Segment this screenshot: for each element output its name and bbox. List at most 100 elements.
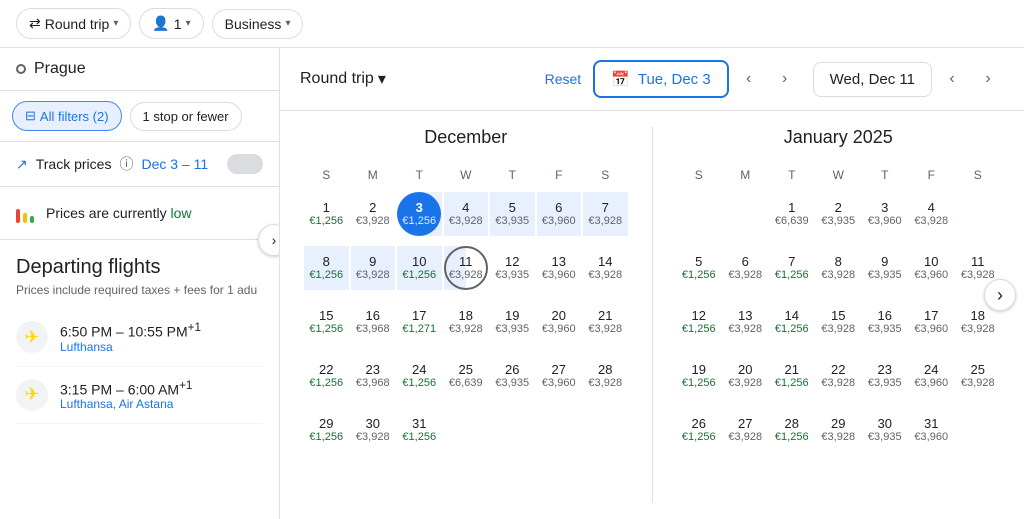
jan-21-inner[interactable]: 21€1,256	[770, 354, 814, 398]
jan-8-inner[interactable]: 8€3,928	[816, 246, 860, 290]
dec-31-inner[interactable]: 31€1,256	[397, 408, 441, 452]
jan-7-cell: 7€1,256	[770, 242, 815, 294]
jan-dow-f1: F	[909, 164, 954, 186]
returning-date-box[interactable]: Wed, Dec 11	[813, 62, 932, 97]
passengers-button[interactable]: 👤 1 ▾	[139, 8, 203, 39]
jan-9-inner[interactable]: 9€3,935	[863, 246, 907, 290]
jan-19-inner[interactable]: 19€1,256	[677, 354, 721, 398]
jan-4-inner[interactable]: 4€3,928	[909, 192, 953, 236]
jan-empty-3	[956, 188, 1001, 240]
dec-25-inner[interactable]: 25€6,639	[444, 354, 488, 398]
jan-31-inner[interactable]: 31€3,960	[909, 408, 953, 452]
stops-filter-button[interactable]: 1 stop or fewer	[130, 102, 242, 131]
jan-24-inner[interactable]: 24€3,960	[909, 354, 953, 398]
jan-25-cell: 25€3,928	[956, 350, 1001, 402]
dec-1-inner[interactable]: 1 €1,256	[304, 192, 348, 236]
dec-5-inner[interactable]: 5 €3,935	[490, 192, 534, 236]
dec-7-inner[interactable]: 7 €3,928	[583, 192, 627, 236]
jan-22-inner[interactable]: 22€3,928	[816, 354, 860, 398]
jan-24-cell: 24€3,960	[909, 350, 954, 402]
dec-27-inner[interactable]: 27€3,960	[537, 354, 581, 398]
jan-16-inner[interactable]: 16€3,935	[863, 300, 907, 344]
jan-13-inner[interactable]: 13€3,928	[723, 300, 767, 344]
dec-19-inner[interactable]: 19€3,935	[490, 300, 534, 344]
dec-3-inner[interactable]: 3 €1,256	[397, 192, 441, 236]
reset-button[interactable]: Reset	[545, 71, 582, 87]
flight-item-2[interactable]: ✈ 3:15 PM – 6:00 AM+1 Lufthansa, Air Ast…	[16, 367, 263, 425]
trip-type-chevron: ▾	[113, 18, 118, 29]
dec-6-inner[interactable]: 6 €3,960	[537, 192, 581, 236]
dec-17-inner[interactable]: 17€1,271	[397, 300, 441, 344]
jan-21-cell: 21€1,256	[770, 350, 815, 402]
dec-10-inner[interactable]: 10 €1,256	[397, 246, 441, 290]
flight-item-1[interactable]: ✈ 6:50 PM – 10:55 PM+1 Lufthansa	[16, 309, 263, 367]
round-trip-label: Round trip	[300, 70, 374, 88]
dec-2-cell: 2 €3,928	[351, 188, 396, 240]
jan-2-inner[interactable]: 2€3,935	[816, 192, 860, 236]
jan-23-cell: 23€3,935	[863, 350, 908, 402]
dec-24-inner[interactable]: 24€1,256	[397, 354, 441, 398]
returning-prev-btn[interactable]: ‹	[936, 63, 968, 95]
dec-4-inner[interactable]: 4 €3,928	[444, 192, 488, 236]
track-prices-toggle[interactable]	[227, 154, 263, 174]
prices-icon	[16, 203, 34, 223]
jan-7-inner[interactable]: 7€1,256	[770, 246, 814, 290]
departing-title: Departing flights	[16, 256, 263, 279]
dec-16-inner[interactable]: 16€3,968	[351, 300, 395, 344]
jan-empty-2	[723, 188, 768, 240]
dec-26-inner[interactable]: 26€3,935	[490, 354, 534, 398]
cabin-class-label: Business	[225, 16, 282, 32]
dec-30-inner[interactable]: 30€3,928	[351, 408, 395, 452]
departing-next-btn[interactable]: ›	[769, 63, 801, 95]
departing-date-box[interactable]: 📅 Tue, Dec 3	[593, 60, 729, 98]
dec-8-inner[interactable]: 8 €1,256	[304, 246, 348, 290]
dow-s1: S	[304, 164, 349, 186]
dec-12-cell: 12 €3,935	[490, 242, 535, 294]
dec-13-inner[interactable]: 13 €3,960	[537, 246, 581, 290]
filter-icon: ⊟	[25, 108, 36, 124]
dec-9-inner[interactable]: 9 €3,928	[351, 246, 395, 290]
dec-28-inner[interactable]: 28€3,928	[583, 354, 627, 398]
dec-12-inner[interactable]: 12 €3,935	[490, 246, 534, 290]
dec-29-inner[interactable]: 29€1,256	[304, 408, 348, 452]
jan-26-inner[interactable]: 26€1,256	[677, 408, 721, 452]
dec-18-inner[interactable]: 18€3,928	[444, 300, 488, 344]
jan-15-inner[interactable]: 15€3,928	[816, 300, 860, 344]
jan-29-inner[interactable]: 29€3,928	[816, 408, 860, 452]
round-trip-select[interactable]: Round trip ▾	[300, 69, 386, 89]
jan-17-inner[interactable]: 17€3,960	[909, 300, 953, 344]
jan-20-inner[interactable]: 20€3,928	[723, 354, 767, 398]
jan-23-inner[interactable]: 23€3,935	[863, 354, 907, 398]
dec-11-inner[interactable]: 11 €3,928	[444, 246, 488, 290]
trip-type-button[interactable]: ⇄ Round trip ▾	[16, 8, 131, 39]
departing-prev-btn[interactable]: ‹	[733, 63, 765, 95]
jan-12-inner[interactable]: 12€1,256	[677, 300, 721, 344]
jan-5-inner[interactable]: 5€1,256	[677, 246, 721, 290]
track-prices-row: ↗ Track prices ⓘ Dec 3 – 11	[0, 142, 279, 187]
jan-1-inner[interactable]: 1€6,639	[770, 192, 814, 236]
jan-27-inner[interactable]: 27€3,928	[723, 408, 767, 452]
dec-2-inner[interactable]: 2 €3,928	[351, 192, 395, 236]
dec-20-inner[interactable]: 20€3,960	[537, 300, 581, 344]
filters-row: ⊟ All filters (2) 1 stop or fewer	[0, 91, 279, 142]
calendar-right-arrow[interactable]: ›	[984, 279, 1016, 311]
returning-next-btn[interactable]: ›	[972, 63, 1004, 95]
dec-21-inner[interactable]: 21€3,928	[583, 300, 627, 344]
jan-14-inner[interactable]: 14€1,256	[770, 300, 814, 344]
jan-3-inner[interactable]: 3€3,960	[863, 192, 907, 236]
dec-23-inner[interactable]: 23€3,968	[351, 354, 395, 398]
jan-10-inner[interactable]: 10€3,960	[909, 246, 953, 290]
airline-name-1: Lufthansa	[60, 340, 201, 354]
jan-25-inner[interactable]: 25€3,928	[956, 354, 1000, 398]
jan-29-cell: 29€3,928	[816, 404, 861, 456]
dec-22-inner[interactable]: 22€1,256	[304, 354, 348, 398]
jan-30-inner[interactable]: 30€3,935	[863, 408, 907, 452]
all-filters-button[interactable]: ⊟ All filters (2)	[12, 101, 122, 131]
returning-date-nav: Wed, Dec 11 ‹ ›	[813, 62, 1004, 97]
jan-28-inner[interactable]: 28€1,256	[770, 408, 814, 452]
dec-15-inner[interactable]: 15€1,256	[304, 300, 348, 344]
cabin-class-button[interactable]: Business ▾	[212, 9, 304, 39]
dow-t2: T	[490, 164, 535, 186]
jan-6-inner[interactable]: 6€3,928	[723, 246, 767, 290]
dec-14-inner[interactable]: 14 €3,928	[583, 246, 627, 290]
